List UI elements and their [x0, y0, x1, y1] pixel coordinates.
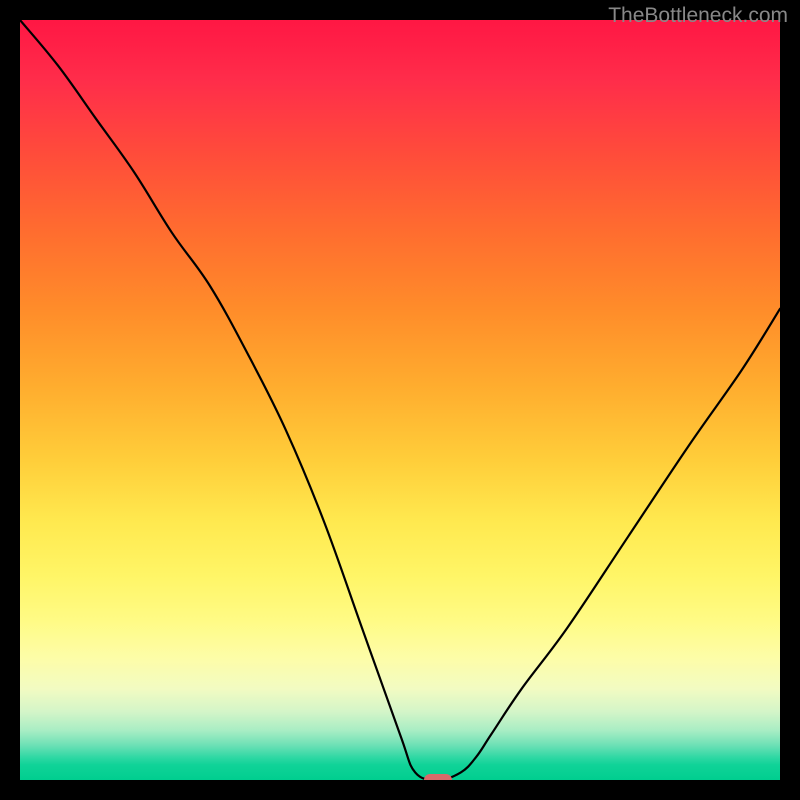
bottleneck-curve: [20, 20, 780, 780]
plot-area: [20, 20, 780, 780]
attribution-text: TheBottleneck.com: [608, 4, 788, 28]
optimal-point-marker: [424, 774, 452, 780]
